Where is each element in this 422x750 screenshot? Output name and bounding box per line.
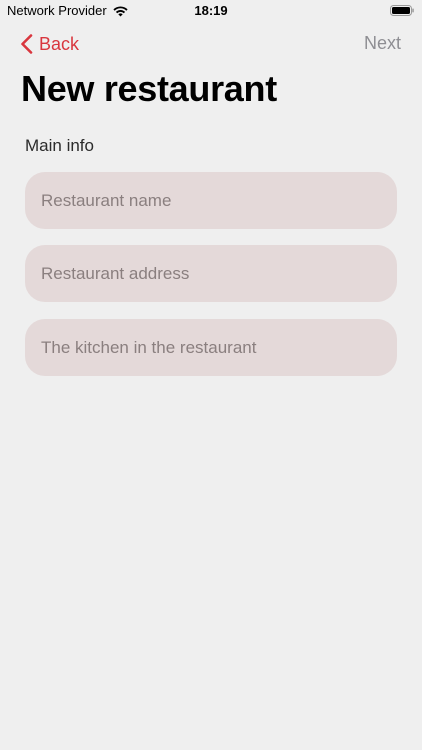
back-label: Back xyxy=(39,33,80,54)
page-title: New restaurant xyxy=(21,68,277,109)
battery-icon xyxy=(390,5,414,16)
back-button[interactable]: Back xyxy=(20,32,79,56)
next-button[interactable]: Next xyxy=(364,33,401,54)
screen: Network Provider 18:19 Back Next New res… xyxy=(0,0,422,750)
clock: 18:19 xyxy=(194,3,228,18)
restaurant-kitchen-field[interactable] xyxy=(25,319,397,376)
status-bar: Network Provider 18:19 xyxy=(0,0,422,22)
restaurant-address-field[interactable] xyxy=(25,245,397,302)
section-label-main-info: Main info xyxy=(25,136,94,155)
restaurant-name-field[interactable] xyxy=(25,172,397,229)
chevron-left-icon xyxy=(21,34,33,54)
